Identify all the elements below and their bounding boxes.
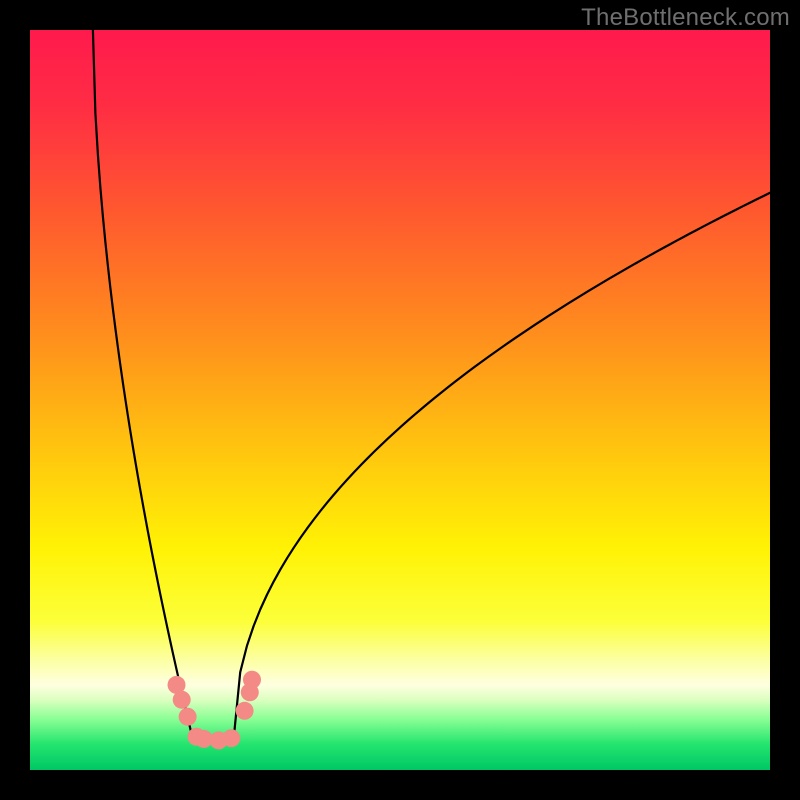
plot-area: [30, 30, 770, 770]
chart-frame: TheBottleneck.com: [0, 0, 800, 800]
config-marker: [222, 729, 240, 747]
config-marker: [173, 691, 191, 709]
config-marker: [236, 702, 254, 720]
watermark-text: TheBottleneck.com: [581, 4, 790, 32]
config-marker: [179, 708, 197, 726]
config-marker: [243, 671, 261, 689]
chart-svg: [30, 30, 770, 770]
heatmap-background: [30, 30, 770, 770]
